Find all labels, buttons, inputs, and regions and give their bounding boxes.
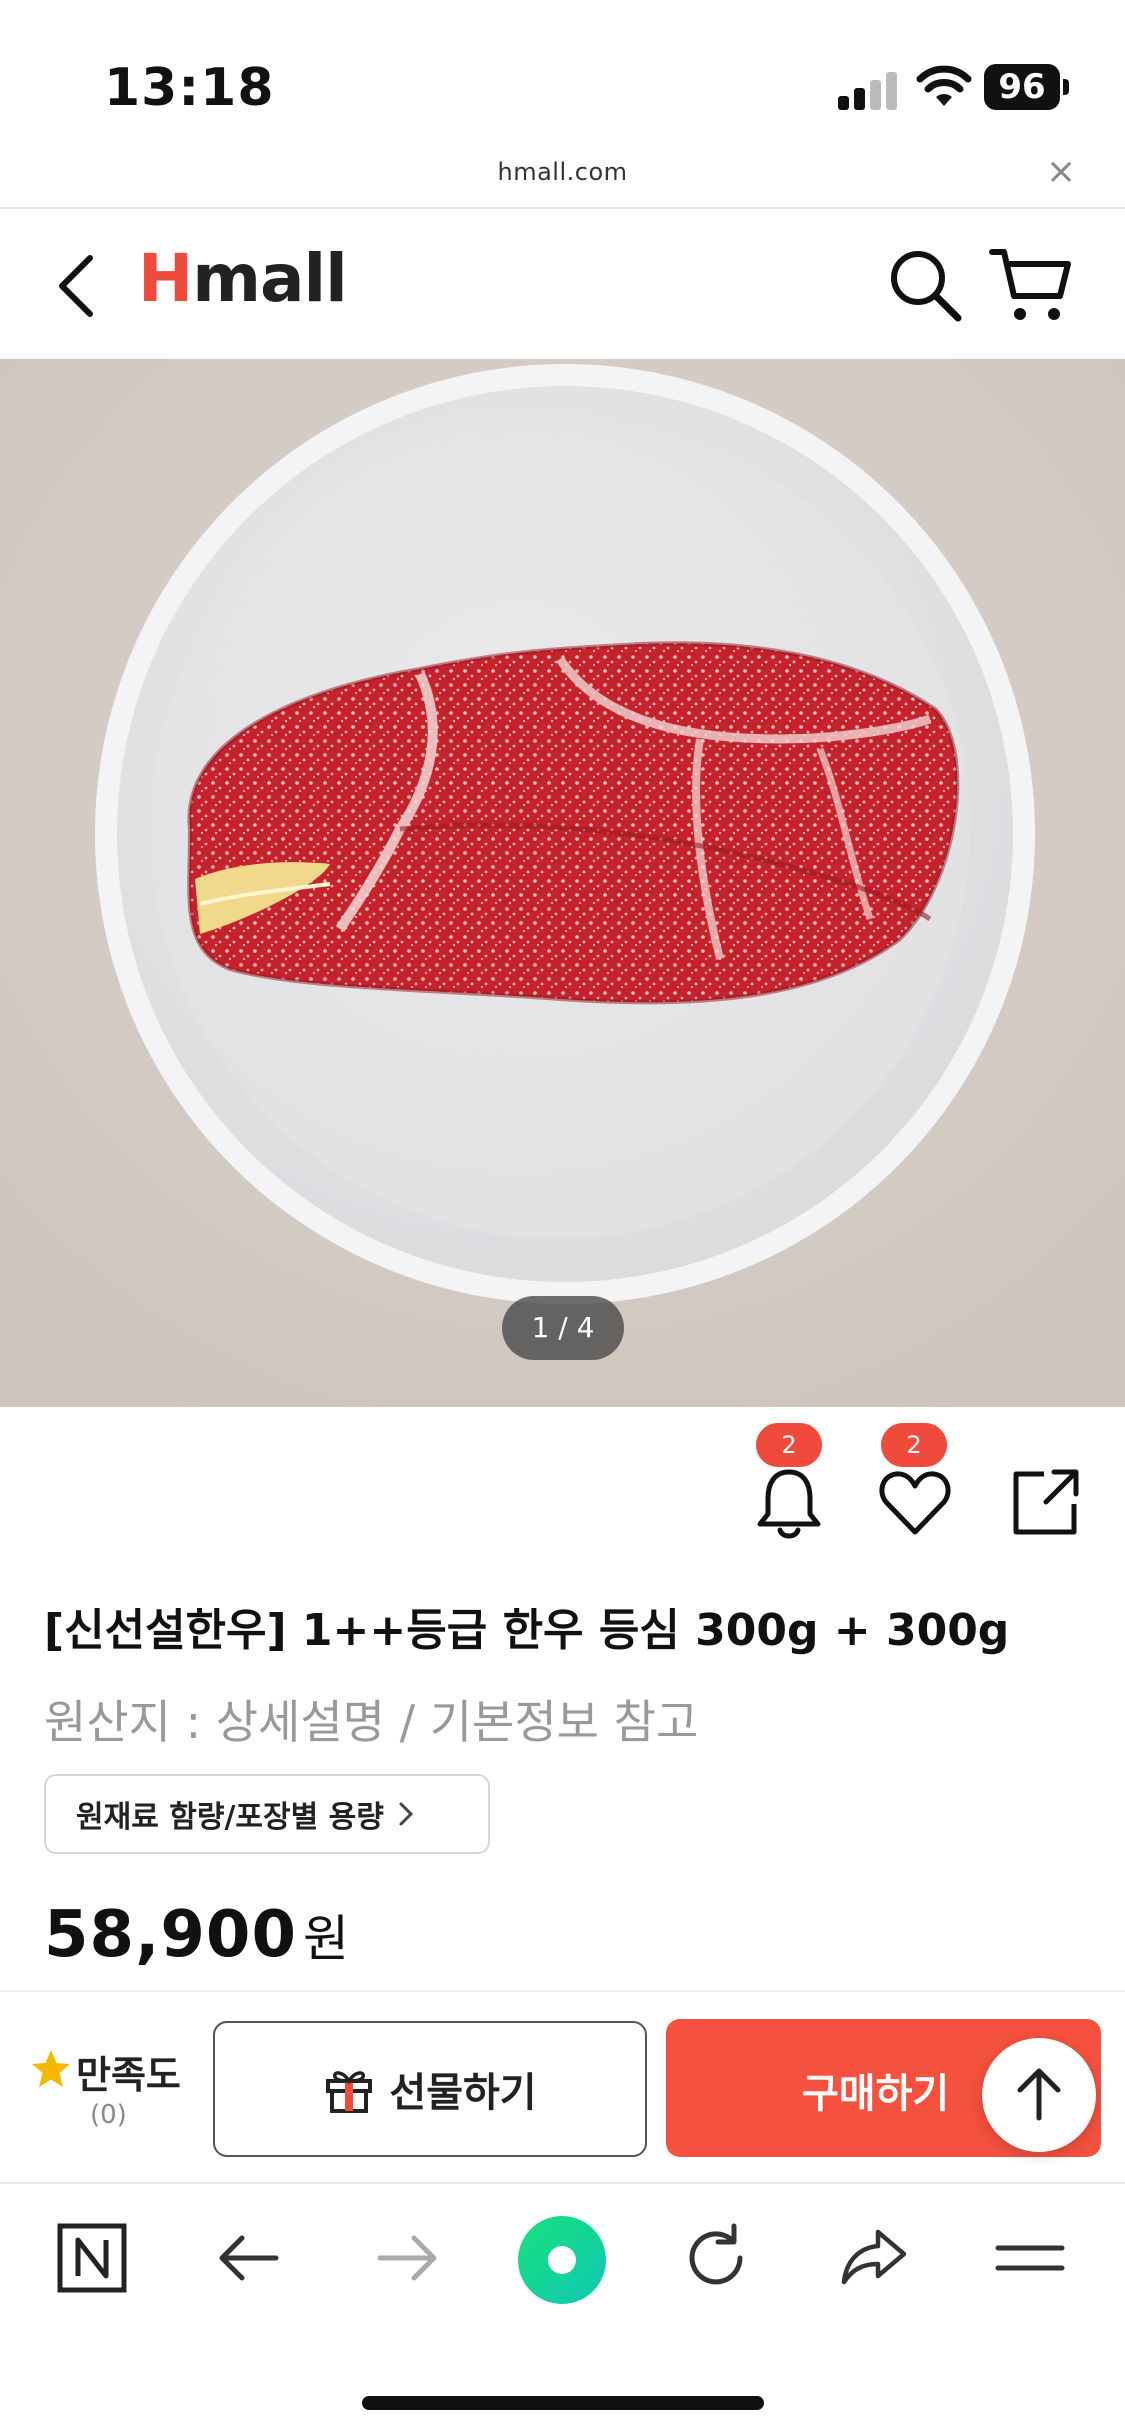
signal-icon [838,70,898,110]
nav-forward-icon[interactable] [366,2218,446,2298]
steak-photo [0,359,1125,1407]
hmall-logo[interactable]: Hmall [138,240,348,317]
gift-icon [326,2071,373,2113]
product-origin: 원산지 : 상세설명 / 기본정보 참고 [44,1695,699,1749]
ingredient-info-button[interactable]: 원재료 함량/포장별 용량 [44,1774,490,1854]
wishlist-count-badge: 2 [881,1423,947,1467]
battery-level: 96 [984,64,1060,110]
naver-icon[interactable] [52,2218,132,2298]
battery-indicator: 96 [984,64,1070,110]
nav-back-icon[interactable] [210,2218,290,2298]
status-time: 13:18 [104,58,275,118]
price-unit: 원 [302,1910,350,1968]
toolbar-divider [0,2182,1125,2184]
arrow-up-icon [1017,2068,1061,2121]
purchase-bar-divider [0,1990,1125,1992]
green-dot-icon[interactable] [516,2214,608,2306]
refresh-icon[interactable] [676,2218,756,2298]
search-icon[interactable] [886,246,964,324]
cart-icon[interactable] [988,244,1074,326]
gift-label: 선물하기 [389,2070,537,2116]
back-icon[interactable] [52,252,102,320]
rating-label: 만족도 [76,2053,181,2097]
scroll-top-button[interactable] [982,2038,1096,2152]
gallery-counter: 1 / 4 [502,1296,624,1360]
home-indicator[interactable] [362,2396,764,2410]
price-value: 58,900 [44,1898,297,1972]
alarm-count-badge: 2 [756,1423,822,1467]
share-arrow-icon[interactable] [834,2218,914,2298]
logo-h: H [138,240,193,317]
rating-summary[interactable]: 만족도 (0) [28,2040,198,2140]
bell-icon[interactable] [750,1464,828,1542]
gift-button[interactable]: 선물하기 [213,2021,647,2157]
buy-label: 구매하기 [802,2071,950,2117]
share-icon[interactable] [1006,1464,1084,1542]
star-icon [32,2050,70,2087]
product-title: [신선설한우] 1++등급 한우 등심 300g + 300g [44,1605,1010,1656]
product-image[interactable] [0,359,1125,1407]
close-icon[interactable]: × [1046,152,1076,192]
ingredient-info-label: 원재료 함량/포장별 용량 [76,1800,384,1835]
chevron-right-icon [399,1802,413,1826]
wifi-icon [916,65,972,106]
heart-icon[interactable] [876,1464,954,1542]
rating-count: (0) [90,2100,127,2130]
product-price: 58,900 원 [44,1898,350,1972]
logo-mall: mall [192,240,348,317]
url-text[interactable]: hmall.com [0,158,1125,186]
menu-icon[interactable] [990,2218,1070,2298]
